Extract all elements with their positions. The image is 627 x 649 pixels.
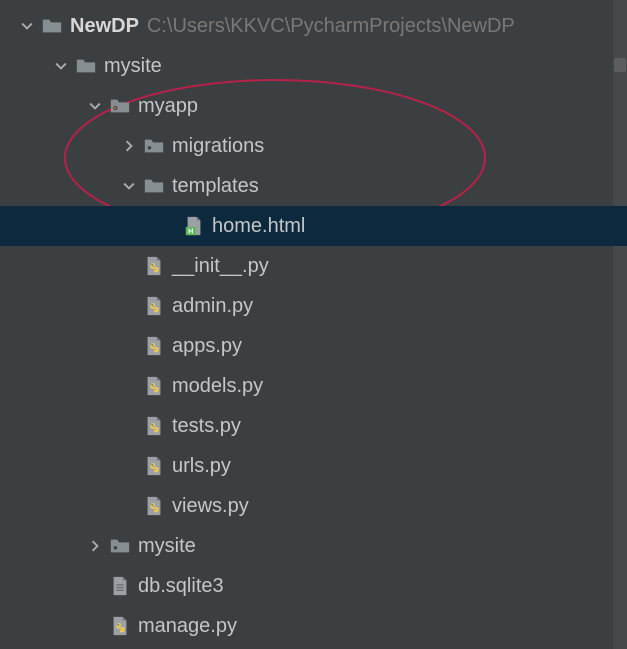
python-file-icon: [142, 294, 166, 318]
tree-label: home.html: [212, 215, 305, 238]
python-file-icon: [142, 494, 166, 518]
folder-icon: [74, 54, 98, 78]
python-file-icon: [142, 454, 166, 478]
chevron-right-icon[interactable]: [120, 137, 138, 155]
tree-row-models-py[interactable]: models.py: [0, 366, 627, 406]
tree-label: models.py: [172, 375, 263, 398]
tree-row-admin-py[interactable]: admin.py: [0, 286, 627, 326]
tree-row-views-py[interactable]: views.py: [0, 486, 627, 526]
tree-label: __init__.py: [172, 255, 269, 278]
chevron-down-icon[interactable]: [120, 177, 138, 195]
chevron-right-icon[interactable]: [86, 537, 104, 555]
tree-row-mysite-inner[interactable]: mysite: [0, 526, 627, 566]
tree-label: urls.py: [172, 455, 231, 478]
package-folder-icon: [108, 534, 132, 558]
tree-label: templates: [172, 175, 259, 198]
tree-row-myapp[interactable]: myapp: [0, 86, 627, 126]
package-folder-icon: [142, 134, 166, 158]
project-name: NewDP: [70, 15, 139, 38]
chevron-down-icon[interactable]: [86, 97, 104, 115]
python-file-icon: [142, 414, 166, 438]
tree-row-init-py[interactable]: __init__.py: [0, 246, 627, 286]
tree-label: mysite: [104, 55, 162, 78]
folder-icon: [142, 174, 166, 198]
python-file-icon: [108, 614, 132, 638]
tree-label: manage.py: [138, 615, 237, 638]
file-icon: [108, 574, 132, 598]
tree-label: mysite: [138, 535, 196, 558]
tree-row-migrations[interactable]: migrations: [0, 126, 627, 166]
tree-label: views.py: [172, 495, 249, 518]
tree-row-mysite[interactable]: mysite: [0, 46, 627, 86]
tree-row-templates[interactable]: templates: [0, 166, 627, 206]
tree-row-home-html[interactable]: H home.html: [0, 206, 627, 246]
django-app-folder-icon: [108, 94, 132, 118]
tree-label: myapp: [138, 95, 198, 118]
svg-text:H: H: [188, 226, 193, 235]
python-file-icon: [142, 334, 166, 358]
python-file-icon: [142, 374, 166, 398]
html-file-icon: H: [182, 214, 206, 238]
tree-row-apps-py[interactable]: apps.py: [0, 326, 627, 366]
project-path: C:\Users\KKVC\PycharmProjects\NewDP: [147, 15, 515, 38]
chevron-down-icon[interactable]: [18, 17, 36, 35]
tree-row-project-root[interactable]: NewDP C:\Users\KKVC\PycharmProjects\NewD…: [0, 6, 627, 46]
project-tree[interactable]: NewDP C:\Users\KKVC\PycharmProjects\NewD…: [0, 0, 627, 646]
tree-label: migrations: [172, 135, 264, 158]
chevron-down-icon[interactable]: [52, 57, 70, 75]
tree-row-db-sqlite3[interactable]: db.sqlite3: [0, 566, 627, 606]
tree-row-tests-py[interactable]: tests.py: [0, 406, 627, 446]
tree-label: tests.py: [172, 415, 241, 438]
python-file-icon: [142, 254, 166, 278]
folder-icon: [40, 14, 64, 38]
tree-label: admin.py: [172, 295, 253, 318]
tree-row-manage-py[interactable]: manage.py: [0, 606, 627, 646]
tree-label: db.sqlite3: [138, 575, 224, 598]
tree-label: apps.py: [172, 335, 242, 358]
tree-row-urls-py[interactable]: urls.py: [0, 446, 627, 486]
